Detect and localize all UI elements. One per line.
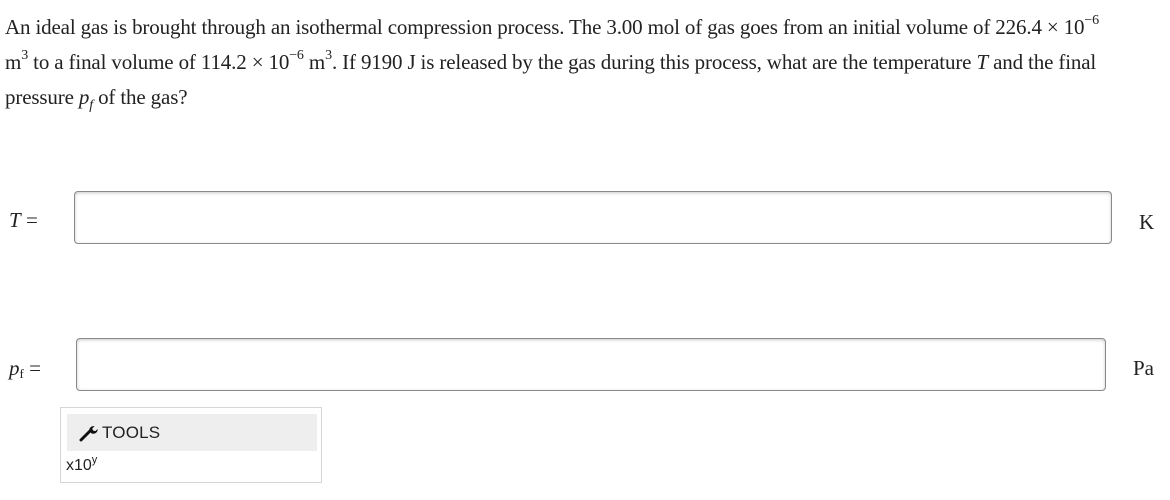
question-part-3: to a final volume of 114.2 × 10	[28, 50, 290, 74]
variable-pressure: p	[78, 85, 90, 109]
temperature-label: T =	[9, 208, 38, 233]
wrench-icon	[79, 426, 98, 442]
question-text: An ideal gas is brought through an isoth…	[5, 10, 1115, 115]
x10-exponent: y	[91, 454, 98, 466]
question-part-7: of the gas?	[92, 85, 188, 109]
exponent-final-volume: −6	[289, 48, 304, 63]
question-part-5: . If 9190 J is released by the gas durin…	[331, 50, 977, 74]
scientific-notation-button[interactable]: x10y	[66, 454, 97, 475]
x10-base: x10	[66, 457, 92, 474]
cubic-exponent-1: 3	[21, 48, 29, 63]
tools-label: TOOLS	[102, 423, 161, 442]
temperature-unit: K	[1139, 210, 1155, 234]
tools-panel: TOOLS x10y	[60, 407, 322, 483]
temperature-input[interactable]	[74, 191, 1112, 244]
pressure-label-equals: =	[23, 356, 41, 380]
pressure-label: pf =	[9, 356, 41, 381]
question-part-2: m	[5, 50, 22, 74]
variable-temperature: T	[976, 50, 988, 74]
pressure-input[interactable]	[76, 338, 1106, 391]
tools-button[interactable]: TOOLS	[67, 414, 317, 451]
exponent-initial-volume: −6	[1084, 13, 1100, 28]
question-part-1: An ideal gas is brought through an isoth…	[5, 15, 1085, 39]
cubic-exponent-2: 3	[325, 48, 332, 63]
pressure-label-variable: p	[9, 356, 20, 380]
temperature-label-variable: T	[9, 208, 21, 232]
question-part-4: m	[303, 50, 326, 74]
temperature-label-equals: =	[20, 208, 38, 232]
pressure-unit: Pa	[1133, 356, 1154, 380]
